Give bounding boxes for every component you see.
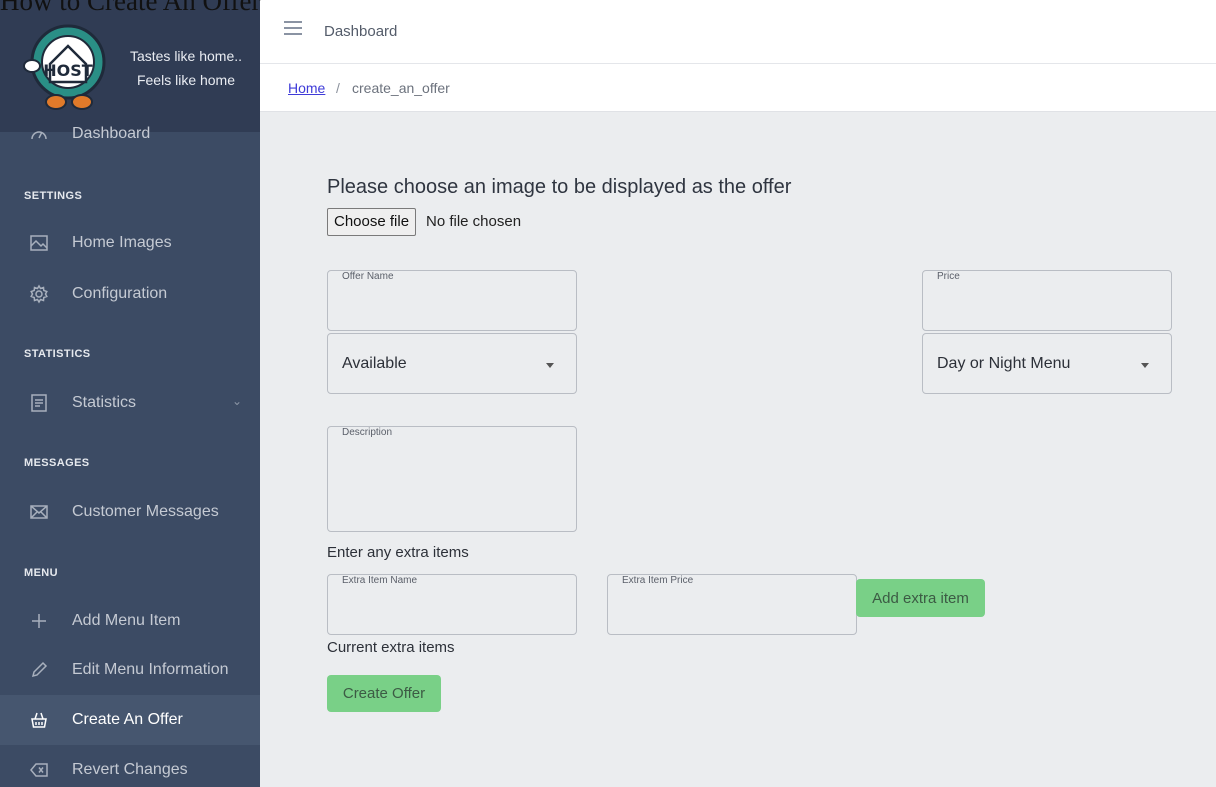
document-heading: How to Create An Offer <box>0 0 261 16</box>
availability-value: Available <box>342 355 407 372</box>
choose-file-button[interactable]: Choose file <box>327 208 417 236</box>
pencil-icon <box>28 659 50 681</box>
sidebar: HOST Tastes like home.. Feels like home … <box>0 0 260 787</box>
sidebar-item-label: Revert Changes <box>72 761 188 778</box>
sidebar-item-customer-messages[interactable]: Customer Messages <box>0 487 260 537</box>
topbar-title: Dashboard <box>324 23 398 40</box>
price-label: Price <box>937 271 960 282</box>
basket-icon <box>28 709 50 731</box>
sidebar-item-label: Home Images <box>72 234 172 251</box>
current-extra-items-label: Current extra items <box>327 639 455 656</box>
sidebar-item-home-images[interactable]: Home Images <box>0 218 260 268</box>
breadcrumb-separator: / <box>336 80 340 96</box>
extra-item-price-input[interactable] <box>618 595 846 626</box>
image-icon <box>28 232 50 254</box>
sidebar-item-label: Customer Messages <box>72 503 219 520</box>
sidebar-item-label: Create An Offer <box>72 711 183 728</box>
extra-item-name-field[interactable]: Extra Item Name <box>327 574 577 635</box>
breadcrumb-current: create_an_offer <box>352 80 450 96</box>
section-title-messages: MESSAGES <box>24 457 90 469</box>
sidebar-item-add-menu-item[interactable]: Add Menu Item <box>0 596 260 646</box>
menu-type-select[interactable]: Day or Night Menu <box>922 333 1172 394</box>
sidebar-item-create-an-offer[interactable]: Create An Offer <box>0 695 260 745</box>
logo-icon: HOST <box>23 24 106 110</box>
extra-item-name-label: Extra Item Name <box>342 575 418 586</box>
sidebar-item-label: Configuration <box>72 285 168 302</box>
chevron-down-icon: ⌄ <box>231 394 242 408</box>
caret-down-icon <box>546 363 554 368</box>
extra-item-price-field[interactable]: Extra Item Price <box>607 574 857 635</box>
offer-name-label: Offer Name <box>342 271 394 282</box>
description-label: Description <box>342 427 393 438</box>
price-input[interactable] <box>933 291 1161 322</box>
description-field[interactable]: Description <box>327 426 577 532</box>
backspace-icon <box>28 759 50 781</box>
hamburger-menu-icon[interactable] <box>284 21 302 35</box>
caret-down-icon <box>1141 363 1149 368</box>
sidebar-item-label: Dashboard <box>72 125 151 142</box>
extra-item-name-input[interactable] <box>338 595 566 626</box>
add-extra-item-button[interactable]: Add extra item <box>856 579 985 617</box>
description-textarea[interactable] <box>338 447 566 523</box>
extra-item-price-label: Extra Item Price <box>622 575 694 586</box>
tagline-line-2: Feels like home <box>136 72 236 88</box>
sidebar-item-configuration[interactable]: Configuration <box>0 269 260 319</box>
sidebar-item-label: Statistics <box>72 394 137 411</box>
speedometer-icon <box>28 123 50 145</box>
sidebar-item-dashboard[interactable]: Dashboard <box>0 109 260 159</box>
file-status: No file chosen <box>426 213 522 230</box>
logo-mark: HOST <box>43 61 93 80</box>
sidebar-item-revert-changes[interactable]: Revert Changes <box>0 745 260 787</box>
tagline-line-1: Tastes like home.. <box>129 48 243 64</box>
sidebar-item-label: Edit Menu Information <box>72 661 229 678</box>
breadcrumb-home-link[interactable]: Home <box>288 80 325 96</box>
sidebar-item-label: Add Menu Item <box>72 612 181 629</box>
envelope-icon <box>28 501 50 523</box>
form-heading: Please choose an image to be displayed a… <box>327 176 792 198</box>
sidebar-item-statistics[interactable]: Statistics ⌄ <box>0 378 260 428</box>
plus-icon <box>28 610 50 632</box>
section-title-menu: MENU <box>24 567 58 579</box>
offer-name-field[interactable]: Offer Name <box>327 270 577 331</box>
menu-type-value: Day or Night Menu <box>937 355 1071 372</box>
document-icon <box>28 392 50 414</box>
create-offer-button[interactable]: Create Offer <box>327 675 441 712</box>
offer-name-input[interactable] <box>338 291 566 322</box>
section-title-statistics: STATISTICS <box>24 348 91 360</box>
availability-select[interactable]: Available <box>327 333 577 394</box>
sidebar-item-edit-menu-information[interactable]: Edit Menu Information <box>0 645 260 695</box>
extra-items-label: Enter any extra items <box>327 544 469 561</box>
price-field[interactable]: Price <box>922 270 1172 331</box>
brand-tagline: Tastes like home.. Feels like home <box>116 44 256 92</box>
section-title-settings: SETTINGS <box>24 190 83 202</box>
breadcrumb: Home / create_an_offer <box>260 64 1216 112</box>
main-content: Please choose an image to be displayed a… <box>260 112 1216 787</box>
gear-icon <box>28 283 50 305</box>
